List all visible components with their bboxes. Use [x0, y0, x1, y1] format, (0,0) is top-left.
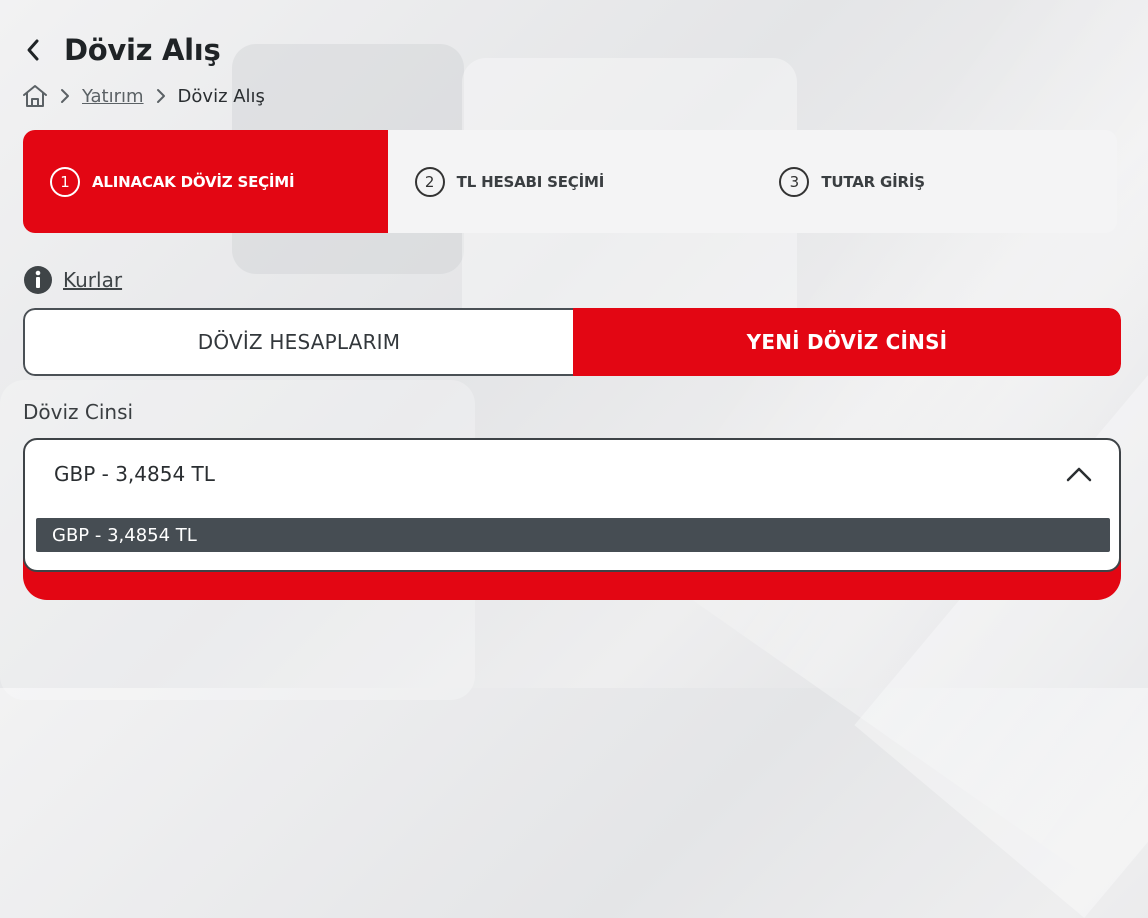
step-label: TL HESABI SEÇİMİ — [456, 172, 605, 191]
breadcrumb: Yatırım Döviz Alış — [22, 84, 265, 108]
currency-option[interactable]: GBP - 3,4854 TL — [36, 518, 1110, 552]
step-2: 2 TL HESABI SEÇİMİ — [388, 130, 753, 233]
chevron-right-icon — [60, 88, 70, 104]
currency-field-label: Döviz Cinsi — [23, 400, 134, 424]
step-number: 2 — [414, 166, 445, 197]
currency-select[interactable]: GBP - 3,4854 TL GBP - 3,4854 TL — [23, 438, 1121, 572]
breadcrumb-link-yatirim[interactable]: Yatırım — [82, 86, 144, 107]
rates-link-row[interactable]: Kurlar — [23, 265, 122, 295]
step-number: 1 — [50, 166, 80, 197]
step-number: 3 — [779, 166, 810, 197]
tab-doviz-hesaplarim[interactable]: DÖVİZ HESAPLARIM — [23, 308, 573, 376]
account-type-segment: DÖVİZ HESAPLARIM YENİ DÖVİZ CİNSİ — [23, 308, 1121, 376]
step-3: 3 TUTAR GİRİŞ — [752, 130, 1117, 233]
home-icon[interactable] — [22, 84, 48, 108]
tab-yeni-doviz-cinsi[interactable]: YENİ DÖVİZ CİNSİ — [573, 308, 1121, 376]
currency-select-value: GBP - 3,4854 TL — [54, 462, 215, 486]
page-title: Döviz Alış — [64, 33, 221, 67]
info-icon — [23, 265, 53, 295]
chevron-left-icon[interactable] — [22, 30, 44, 70]
page-header: Döviz Alış — [22, 30, 221, 70]
step-label: ALINACAK DÖVİZ SEÇİMİ — [92, 172, 295, 191]
breadcrumb-current: Döviz Alış — [177, 85, 265, 107]
rates-link[interactable]: Kurlar — [63, 268, 122, 292]
chevron-right-icon — [156, 88, 166, 104]
step-1: 1 ALINACAK DÖVİZ SEÇİMİ — [23, 130, 388, 233]
stepper: 1 ALINACAK DÖVİZ SEÇİMİ 2 TL HESABI SEÇİ… — [23, 130, 1117, 233]
chevron-up-icon[interactable] — [1065, 464, 1093, 484]
step-label: TUTAR GİRİŞ — [821, 172, 925, 191]
